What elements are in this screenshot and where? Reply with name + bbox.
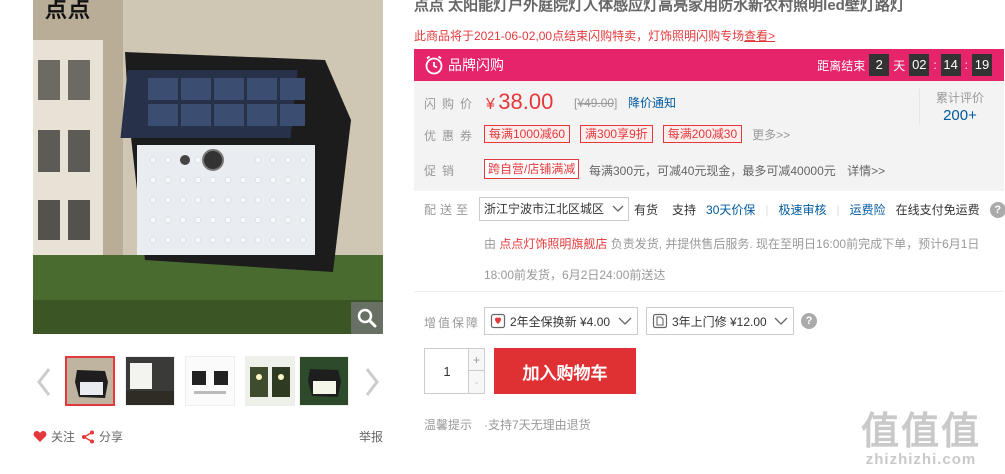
notice-text: 此商品将于2021-06-02,00点结束闪购特卖，灯饰照明闪购专场 [414,29,745,43]
quantity-plus-button[interactable]: + [468,349,484,371]
countdown-days: 2 [869,54,890,76]
flash-sale-notice: 此商品将于2021-06-02,00点结束闪购特卖，灯饰照明闪购专场查看> [414,27,775,44]
add-to-cart-button[interactable]: 加入购物车 [494,348,636,394]
service-link[interactable]: 运费险 [850,201,886,218]
shop-link[interactable]: 点点灯饰照明旗舰店 [499,237,607,251]
report-link[interactable]: 举报 [359,428,383,445]
shipping-from: 由 [484,237,497,251]
warranty-option-replace[interactable]: 2年全保换新 ¥4.00 [484,307,638,335]
currency-symbol: ¥ [486,96,495,113]
flash-price: ¥ 38.00 [486,89,553,115]
support-label: 支持 [672,203,697,217]
value-added-label: 增值保障 [424,316,481,330]
divider [414,291,1004,292]
promotion-label: 促销 [424,164,461,178]
watermark-logo: 值值值 [860,411,981,453]
watermark-url: zhizhizhi.com [865,451,977,468]
coupon-tag[interactable]: 每满200减30 [662,125,743,143]
next-arrow-icon[interactable] [361,364,383,400]
countdown-seconds: 19 [972,54,992,76]
thumbnail-5[interactable] [299,356,349,406]
thumbnail-1[interactable] [65,356,115,406]
promotion-detail-link[interactable]: 详情>> [847,164,885,178]
original-price: [¥49.00] [574,96,618,110]
share-icon [82,430,94,443]
countdown-hours: 02 [909,54,930,76]
site-watermark: 值值值 zhizhizhi.com [845,400,997,468]
thumbnail-strip [33,354,383,410]
brand-logo: 点点 [45,0,92,22]
price-drop-notice-link[interactable]: 降价通知 [628,94,676,111]
chevron-down-icon [612,205,624,212]
countdown-colon: : [933,58,937,72]
review-count: 200+ [943,107,977,124]
tips-text: ·支持7天无理由退货 [484,418,591,432]
region-value: 浙江宁波市江北区城区 [484,202,605,216]
product-photo [33,0,383,334]
repair-icon [652,313,668,329]
review-label: 累计评价 [935,91,984,105]
shipping-info: 由 点点灯饰照明旗舰店 负责发货, 并提供售后服务. 现在至明日16:00前完成… [484,229,989,291]
coupon-list: 每满1000减60 满300享9折 每满200减30 更多>> [484,125,790,143]
stock-status: 有货 [634,203,659,217]
shield-icon [490,313,506,329]
price-value: 38.00 [498,89,554,114]
coupon-more-link[interactable]: 更多>> [752,126,790,143]
favorite-label: 关注 [51,430,76,444]
warranty-option-label: 2年全保换新 ¥4.00 [510,314,611,329]
notice-view-link[interactable]: 查看> [744,29,775,43]
review-summary[interactable]: 累计评价 200+ [918,89,984,124]
countdown-days-unit: 天 [893,58,906,73]
separator: | [836,202,840,217]
share-label: 分享 [99,430,124,444]
service-link[interactable]: 极速审核 [779,201,827,218]
countdown-minutes: 14 [940,54,961,76]
chevron-down-icon [774,317,788,325]
coupon-tag[interactable]: 满300享9折 [580,125,653,143]
warranty-option-repair[interactable]: 3年上门修 ¥12.00 [646,307,794,335]
share-button[interactable]: 分享 [81,428,123,445]
quantity-minus-button[interactable]: - [468,371,484,393]
countdown: 距离结束 2 天 02 : 14 : 19 [817,54,992,76]
original-price-value: ¥49.00 [577,96,615,110]
service-list: 有货 支持 30天价保 | 极速审核 | 运费险 在线支付免运费 ? [634,201,1005,218]
countdown-prefix: 距离结束 [817,58,866,73]
product-title: 点点 太阳能灯户外庭院灯人体感应灯高亮家用防水新农村照明led壁灯路灯 [414,0,905,14]
tips-label: 温馨提示 [424,418,473,432]
main-product-image[interactable]: 点点 [33,0,383,334]
quantity-input[interactable] [425,349,469,393]
countdown-colon: : [964,58,968,72]
heart-icon [33,431,47,442]
service-link[interactable]: 30天价保 [706,201,755,218]
chevron-down-icon [618,317,632,325]
promotion-description: 每满300元，可减40元现金，最多可减40000元 [589,164,836,178]
help-icon[interactable]: ? [801,313,817,329]
quantity-stepper: + - [424,348,485,394]
thumbnail-2[interactable] [125,356,175,406]
favorite-button[interactable]: 关注 [33,428,75,445]
prev-arrow-icon[interactable] [33,364,55,400]
region-select[interactable]: 浙江宁波市江北区城区 [479,197,629,221]
clock-icon [425,55,443,75]
flash-sale-title: 品牌闪购 [448,57,504,73]
separator: | [765,202,769,217]
warranty-option-label: 3年上门修 ¥12.00 [672,314,767,329]
zoom-icon[interactable] [351,302,383,334]
shipping-label: 配送至 [424,203,473,217]
flash-sale-label: 品牌闪购 [424,55,504,75]
social-bar: 关注 分享 举报 [33,428,383,446]
price-label: 闪购价 [424,97,479,111]
coupon-label: 优惠券 [424,129,479,143]
payment-info: 在线支付免运费 [895,203,980,217]
promotion-text: 每满300元，可减40元现金，最多可减40000元 详情>> [589,162,885,179]
coupon-tag[interactable]: 每满1000减60 [484,125,571,143]
thumbnail-3[interactable] [185,356,235,406]
flash-sale-bar: 品牌闪购 距离结束 2 天 02 : 14 : 19 [414,49,1004,81]
promotion-tag: 跨自营/店铺满减 [484,159,580,179]
thumbnail-4[interactable] [245,356,295,406]
price-summary: 闪购价 ¥ 38.00 [¥49.00] 降价通知 累计评价 200+ 优惠券 … [414,81,1004,191]
help-icon[interactable]: ? [989,201,1005,218]
